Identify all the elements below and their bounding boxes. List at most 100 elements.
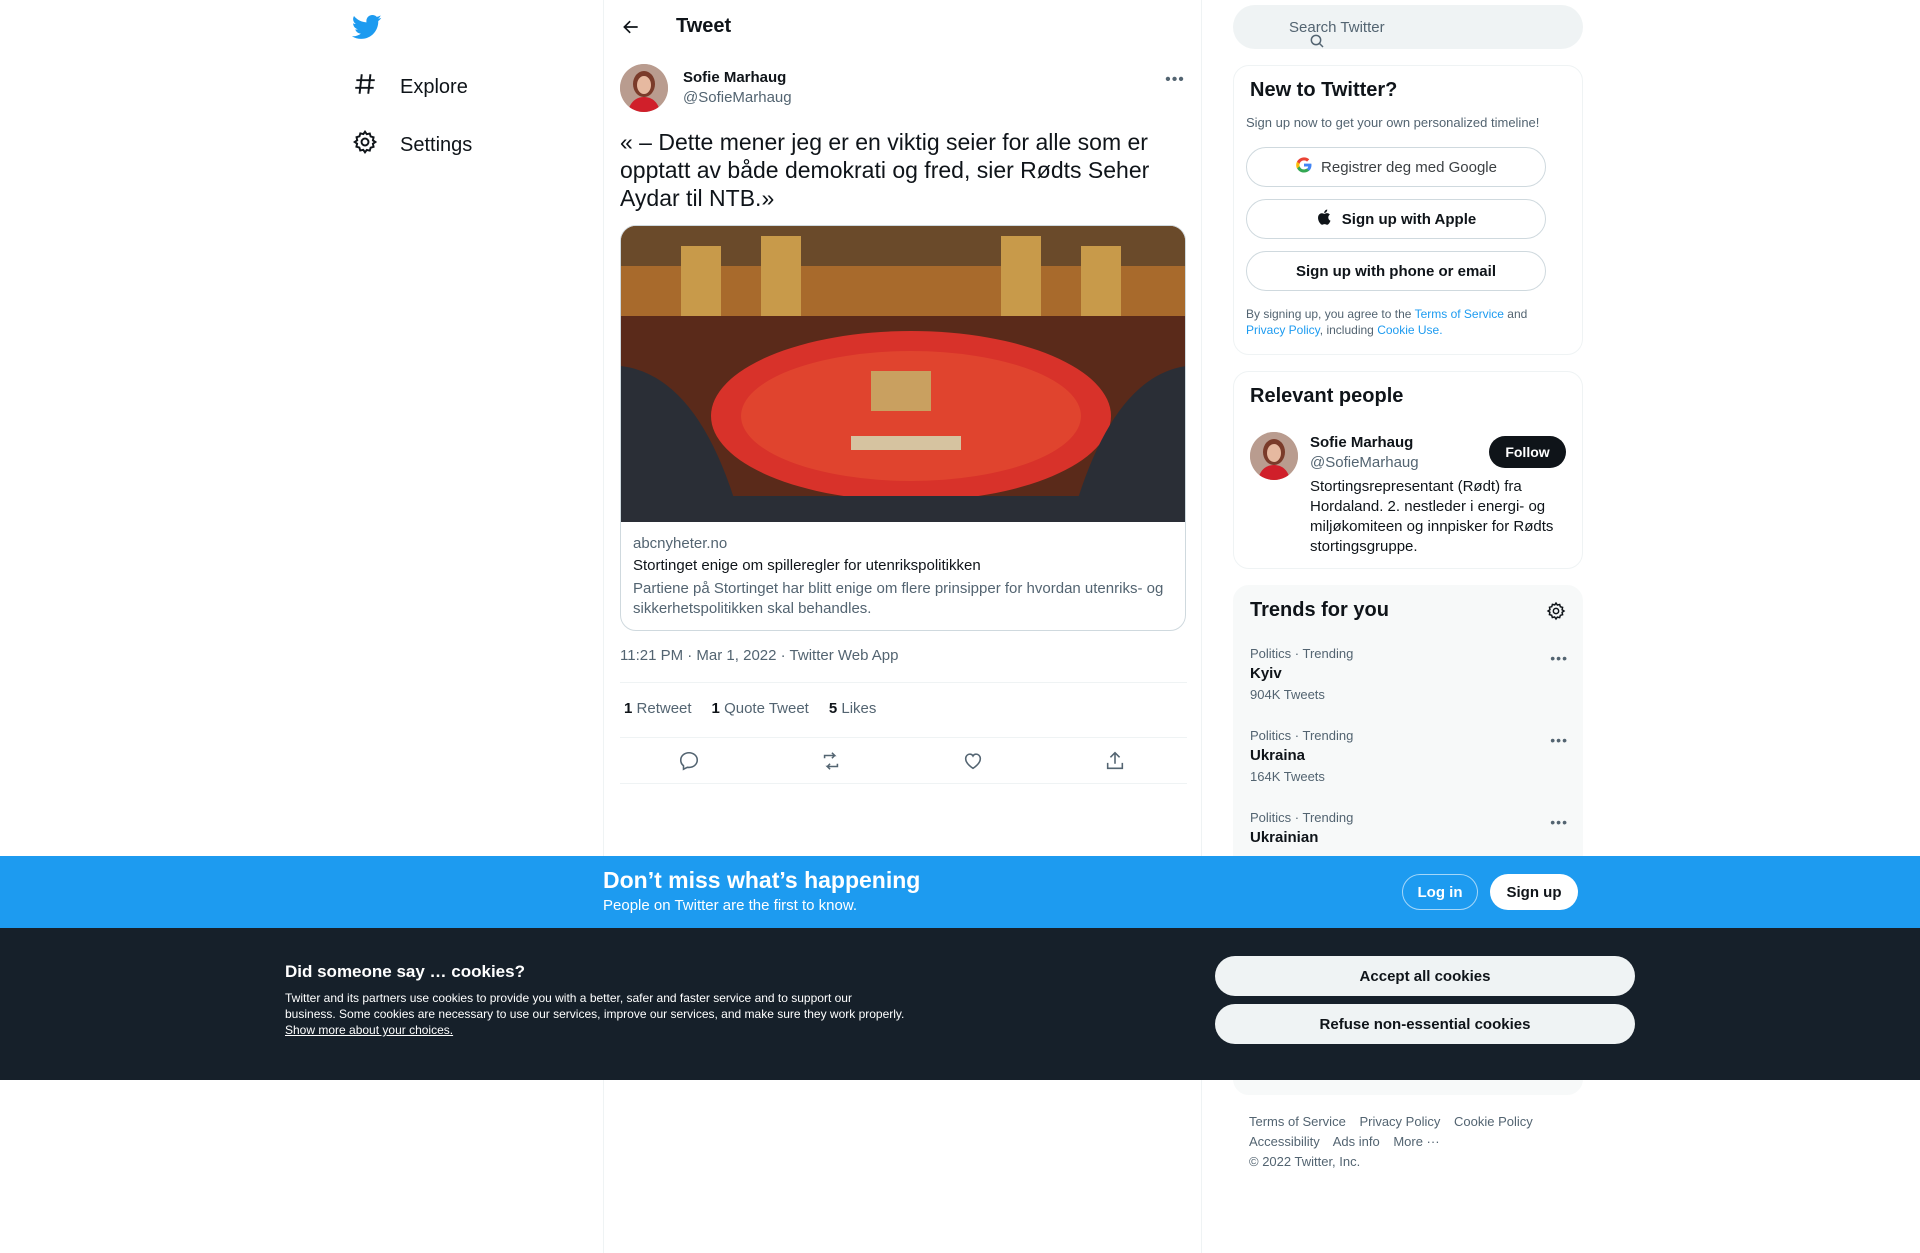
legal-prefix: By signing up, you agree to the [1246,307,1412,321]
divider [620,737,1187,738]
author-handle[interactable]: @SofieMarhaug [683,89,792,106]
cookie-text: Twitter and its partners use cookies to … [285,990,905,1038]
quotes-count: 1 [711,700,720,717]
tweet-stats: 1 Retweet 1 Quote Tweet 5 Likes [624,700,876,717]
quotes-label: Quote Tweet [724,700,809,717]
banner-subtitle: People on Twitter are the first to know. [603,897,858,914]
apple-signup-label: Sign up with Apple [1341,210,1477,228]
gear-icon[interactable] [1546,601,1566,626]
more-icon[interactable]: ••• [1550,650,1568,666]
legal-including: , including [1319,323,1374,337]
retweet-icon[interactable] [820,750,844,774]
footer-link-accessibility[interactable]: Accessibility [1249,1134,1320,1149]
cookie-body: Twitter and its partners use cookies to … [285,991,905,1021]
google-icon [1295,156,1313,178]
card-description: Partiene på Stortinget har blitt enige o… [633,580,1164,617]
trend-count: 904K Tweets [1250,687,1325,702]
retweets-stat[interactable]: 1 Retweet [624,700,692,717]
google-signup-label: Registrer deg med Google [1321,158,1497,176]
nav-label-explore: Explore [400,75,468,98]
footer: Terms of Service Privacy Policy Cookie P… [1249,1112,1579,1172]
cookie-use-link[interactable]: Cookie Use. [1377,323,1442,337]
footer-link-ads-info[interactable]: Ads info [1333,1134,1380,1149]
retweets-count: 1 [624,700,633,717]
card-image [621,226,1185,522]
tweet-author: Sofie Marhaug @SofieMarhaug ••• [620,64,1187,114]
person-bio: Stortingsrepresentant (Rødt) fra Hordala… [1310,478,1554,555]
terms-link[interactable]: Terms of Service [1415,307,1504,321]
phone-signup-button[interactable]: Sign up with phone or email [1246,251,1546,291]
back-arrow-icon[interactable] [616,12,646,42]
person-handle[interactable]: @SofieMarhaug [1310,454,1419,471]
banner-title: Don’t miss what’s happening [603,867,921,893]
divider [620,783,1187,784]
likes-stat[interactable]: 5 Likes [829,700,877,717]
footer-link-privacy[interactable]: Privacy Policy [1359,1114,1440,1129]
gear-icon [352,129,378,161]
signup-subtitle: Sign up now to get your own personalized… [1246,115,1540,130]
legal-and: and [1507,307,1528,321]
signup-box: New to Twitter? Sign up now to get your … [1233,65,1583,355]
likes-count: 5 [828,700,838,717]
avatar[interactable] [620,64,668,112]
more-icon[interactable]: ••• [1550,814,1568,830]
link-card[interactable]: abcnyheter.no Stortinget enige om spille… [620,225,1186,631]
refuse-cookies-button[interactable]: Refuse non-essential cookies [1215,1004,1635,1044]
footer-link-cookie-policy[interactable]: Cookie Policy [1454,1114,1533,1129]
nav-item-explore[interactable]: Explore [352,67,468,107]
trend-category: Politics · Trending [1250,810,1354,825]
trend-name: Ukrainian [1250,829,1319,846]
tweet-header: Tweet [604,0,1201,53]
avatar[interactable] [1250,432,1298,480]
trend-item[interactable]: Politics · Trending Kyiv 904K Tweets ••• [1250,646,1568,716]
page-title: Tweet [676,15,732,37]
login-banner: Don’t miss what’s happening People on Tw… [0,856,1920,928]
reply-icon[interactable] [678,750,702,774]
cookie-title: Did someone say … cookies? [285,962,525,981]
tweet-meta[interactable]: 11:21 PM · Mar 1, 2022 · Twitter Web App [620,647,898,664]
nav-item-settings[interactable]: Settings [352,125,472,165]
relevant-people-title: Relevant people [1250,385,1404,407]
trends-title: Trends for you [1250,599,1389,621]
likes-label: Likes [841,700,877,717]
trend-item[interactable]: Politics · Trending Ukraina 164K Tweets … [1250,728,1568,798]
trend-category: Politics · Trending [1250,728,1354,743]
footer-link-more[interactable]: More ··· [1393,1134,1439,1149]
footer-link-terms[interactable]: Terms of Service [1249,1114,1346,1129]
more-icon[interactable]: ••• [1163,68,1187,92]
privacy-link[interactable]: Privacy Policy [1246,323,1320,337]
like-icon[interactable] [962,750,986,774]
more-icon[interactable]: ••• [1550,732,1568,748]
author-name[interactable]: Sofie Marhaug [683,69,786,86]
retweets-label: Retweet [636,700,692,717]
google-signup-button[interactable]: Registrer deg med Google [1246,147,1546,187]
trend-count: 164K Tweets [1250,769,1325,784]
divider [620,682,1187,683]
apple-icon [1316,208,1334,230]
signup-title: New to Twitter? [1250,79,1398,101]
accept-cookies-button[interactable]: Accept all cookies [1215,956,1635,996]
signup-button[interactable]: Sign up [1490,874,1578,910]
cookie-more-link[interactable]: Show more about your choices. [285,1023,453,1037]
cookie-consent: Did someone say … cookies? Twitter and i… [0,928,1920,1080]
trend-category: Politics · Trending [1250,646,1354,661]
share-icon[interactable] [1104,750,1128,774]
relevant-people-box: Relevant people Sofie Marhaug @SofieMarh… [1233,371,1583,569]
apple-signup-button[interactable]: Sign up with Apple [1246,199,1546,239]
trend-name: Ukraina [1250,747,1306,764]
nav-label-settings: Settings [400,133,473,156]
signup-legal: By signing up, you agree to the Terms of… [1246,306,1566,338]
search-placeholder: Search Twitter [1289,19,1385,36]
card-domain: abcnyheter.no [633,535,728,552]
hashtag-icon [352,71,378,103]
person-name[interactable]: Sofie Marhaug [1310,434,1413,451]
phone-signup-label: Sign up with phone or email [1295,262,1496,280]
follow-button[interactable]: Follow [1489,436,1566,468]
trend-name: Kyiv [1250,665,1282,682]
login-button[interactable]: Log in [1402,874,1478,910]
quotes-stat[interactable]: 1 Quote Tweet [712,700,809,717]
tweet-text: « – Dette mener jeg er en viktig seier f… [620,129,1150,211]
search-input[interactable]: Search Twitter [1233,5,1583,49]
card-title: Stortinget enige om spilleregler for ute… [633,557,981,574]
twitter-logo-icon[interactable] [351,12,382,42]
